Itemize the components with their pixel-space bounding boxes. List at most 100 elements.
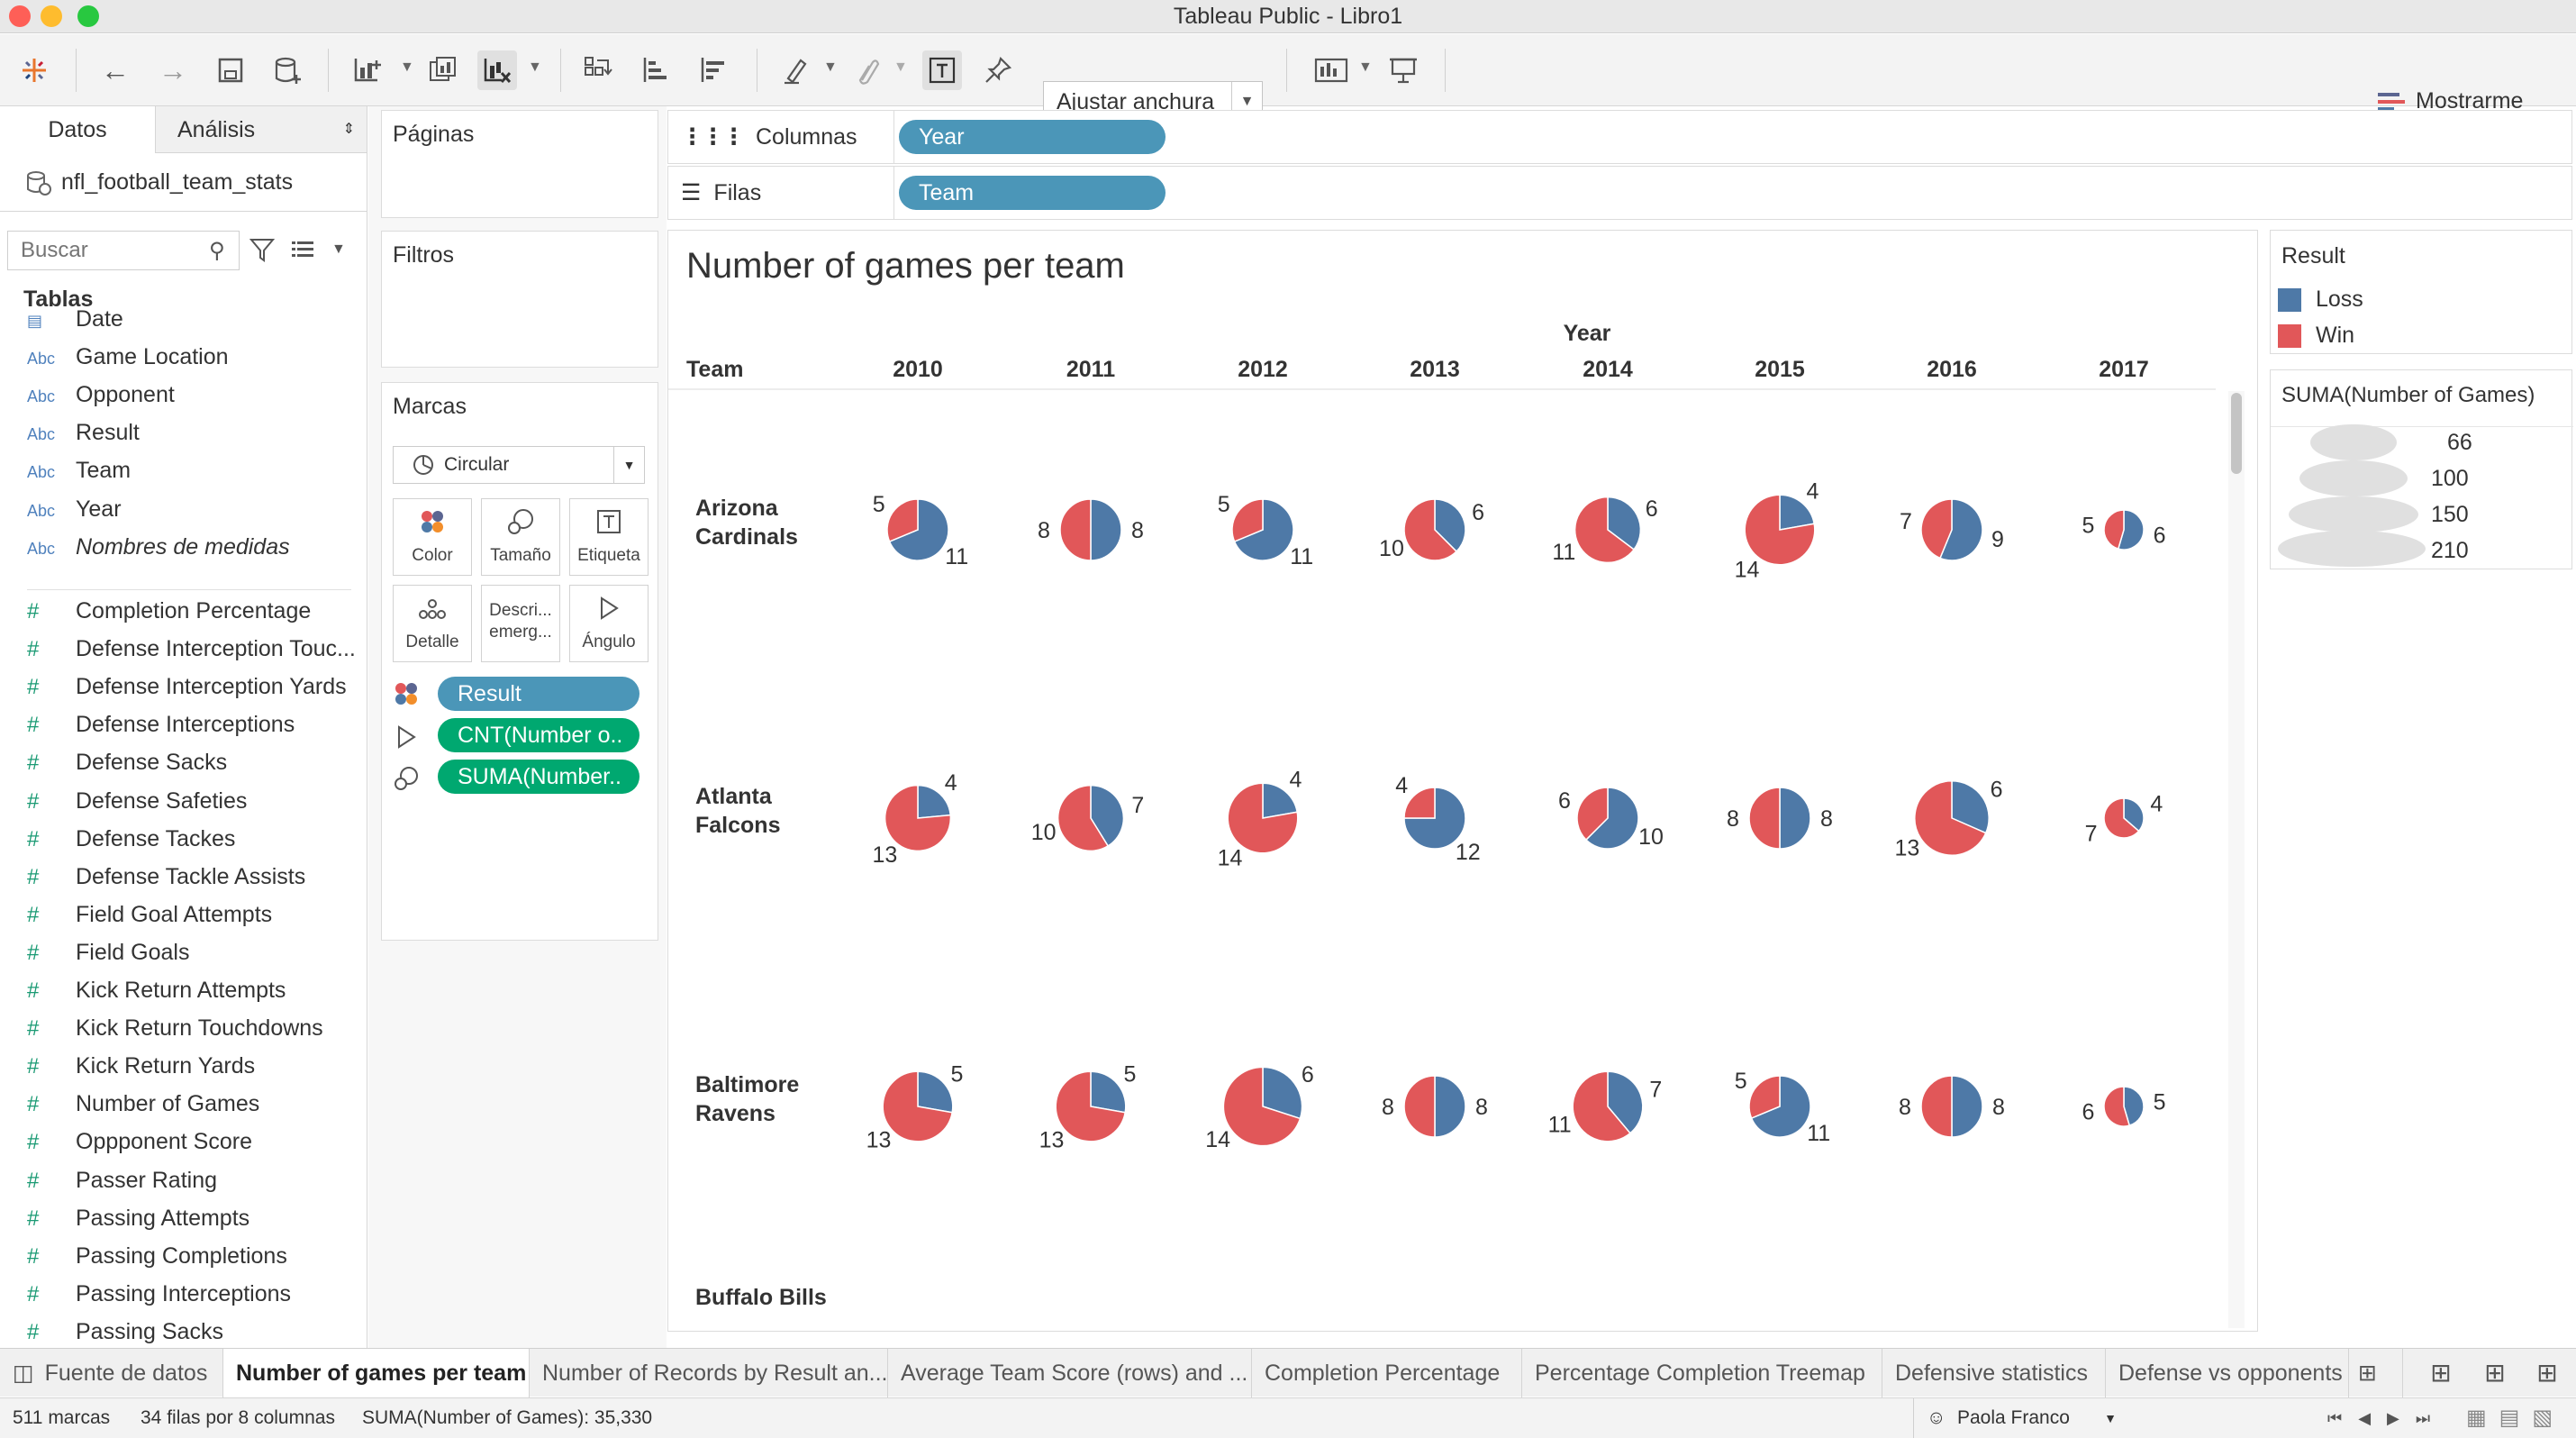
- new-story-tab-icon[interactable]: ⊞: [2527, 1352, 2567, 1392]
- field-defense-tackle-assists[interactable]: # Defense Tackle Assists: [27, 859, 305, 895]
- tab-percentage-completion-treemap[interactable]: Percentage Completion Treemap: [1522, 1349, 1882, 1397]
- filter-icon[interactable]: [249, 236, 276, 268]
- pages-card[interactable]: Páginas: [381, 110, 658, 218]
- legend-item-loss[interactable]: Loss: [2278, 287, 2363, 313]
- tab-overflow[interactable]: ⊞: [2349, 1349, 2403, 1397]
- field-kick-return-attempts[interactable]: # Kick Return Attempts: [27, 972, 286, 1008]
- field-kick-return-yards[interactable]: # Kick Return Yards: [27, 1048, 255, 1084]
- tab-data-source[interactable]: ◫ Fuente de datos: [0, 1349, 223, 1397]
- sheet-view-icons[interactable]: ▦▤▧: [2466, 1398, 2565, 1438]
- tab-completion-percentage[interactable]: Completion Percentage: [1252, 1349, 1522, 1397]
- tab-analysis[interactable]: Análisis ⇕: [155, 106, 367, 153]
- field-defense-interceptions[interactable]: # Defense Interceptions: [27, 706, 295, 742]
- field-passing-completions[interactable]: # Passing Completions: [27, 1238, 287, 1274]
- pie-slice-win[interactable]: [1748, 787, 1781, 850]
- color-legend[interactable]: Result Loss Win: [2270, 230, 2572, 354]
- tab-defensive-statistics[interactable]: Defensive statistics: [1882, 1349, 2106, 1397]
- pie-chart-grid[interactable]: Number of games per team Year Team 2010 2011…: [668, 231, 2258, 1332]
- show-mark-labels-icon[interactable]: [922, 50, 962, 90]
- tableau-logo-icon[interactable]: [14, 50, 54, 90]
- field-passing-interceptions[interactable]: # Passing Interceptions: [27, 1276, 291, 1312]
- chevron-down-icon[interactable]: ▼: [893, 59, 908, 76]
- size-button[interactable]: Tamaño: [481, 498, 560, 576]
- sort-ascending-icon[interactable]: [636, 50, 676, 90]
- field-oppponent-score[interactable]: # Oppponent Score: [27, 1124, 252, 1160]
- field-defense-tackes[interactable]: # Defense Tackes: [27, 821, 235, 857]
- color-button[interactable]: Color: [393, 498, 472, 576]
- field-passing-sacks[interactable]: # Passing Sacks: [27, 1314, 223, 1348]
- new-worksheet-tab-icon[interactable]: ⊞: [2421, 1352, 2461, 1392]
- pie-slice-loss[interactable]: [1090, 498, 1122, 561]
- pie-slice-win[interactable]: [1403, 1075, 1436, 1138]
- year-pill[interactable]: Year: [899, 120, 1166, 154]
- columns-shelf[interactable]: ⋮⋮⋮ Columnas Year: [667, 110, 2572, 164]
- field-number-of-games[interactable]: # Number of Games: [27, 1086, 259, 1122]
- mark-type-dropdown[interactable]: Circular ▼: [393, 446, 645, 484]
- field-year[interactable]: Abc Year: [27, 491, 122, 527]
- chevron-down-icon[interactable]: ▼: [400, 59, 414, 76]
- field-date[interactable]: ▤ Date: [27, 301, 123, 337]
- tab-defense-vs-opponents[interactable]: Defense vs opponents: [2106, 1349, 2349, 1397]
- field-defense-safeties[interactable]: # Defense Safeties: [27, 783, 247, 819]
- count-pill[interactable]: CNT(Number o..: [438, 718, 639, 752]
- field-kick-return-touchdowns[interactable]: # Kick Return Touchdowns: [27, 1010, 323, 1046]
- pie-slice-win[interactable]: [1920, 1075, 1953, 1138]
- label-button[interactable]: Etiqueta: [569, 498, 649, 576]
- highlight-icon[interactable]: [776, 50, 816, 90]
- pie-slice-loss[interactable]: [1779, 787, 1811, 850]
- field-completion-percentage[interactable]: # Completion Percentage: [27, 593, 311, 629]
- save-icon[interactable]: [211, 50, 250, 90]
- sort-descending-icon[interactable]: [694, 50, 733, 90]
- swap-rows-columns-icon[interactable]: [578, 50, 618, 90]
- field-game-location[interactable]: Abc Game Location: [27, 339, 229, 375]
- field-defense-interception-yards[interactable]: # Defense Interception Yards: [27, 669, 347, 705]
- duplicate-sheet-icon[interactable]: [423, 50, 463, 90]
- new-worksheet-icon[interactable]: [348, 50, 387, 90]
- pie-slice-win[interactable]: [1059, 498, 1092, 561]
- tab-data[interactable]: Datos: [0, 106, 155, 153]
- field-field-goals[interactable]: # Field Goals: [27, 934, 189, 970]
- field-passing-attempts[interactable]: # Passing Attempts: [27, 1200, 249, 1236]
- team-pill[interactable]: Team: [899, 176, 1166, 210]
- filters-card[interactable]: Filtros: [381, 231, 658, 368]
- user-menu[interactable]: ☺ Paola Franco ▼: [1913, 1398, 2126, 1438]
- field-field-goal-attempts[interactable]: # Field Goal Attempts: [27, 896, 272, 933]
- pie-slice-loss[interactable]: [1434, 1075, 1466, 1138]
- redo-icon[interactable]: →: [153, 50, 193, 90]
- clear-sheet-icon[interactable]: [477, 50, 517, 90]
- viz-area[interactable]: Number of games per team Year Team 2010 2011…: [667, 230, 2258, 1332]
- zoom-window-button[interactable]: [77, 5, 99, 27]
- tab-average-team-score[interactable]: Average Team Score (rows) and ...: [888, 1349, 1252, 1397]
- vertical-scrollbar[interactable]: [2228, 391, 2245, 1328]
- chevron-down-icon[interactable]: ▼: [1358, 59, 1373, 76]
- detail-button[interactable]: Detalle: [393, 585, 472, 662]
- sheet-navigation[interactable]: ⏮◀▶⏭: [2327, 1398, 2446, 1438]
- field-opponent[interactable]: Abc Opponent: [27, 377, 175, 413]
- new-dashboard-tab-icon[interactable]: ⊞: [2475, 1352, 2515, 1392]
- tooltip-button[interactable]: Descri... emerg...: [481, 585, 560, 662]
- field-defense-interception-touc-[interactable]: # Defense Interception Touc...: [27, 631, 356, 667]
- field-result[interactable]: Abc Result: [27, 414, 140, 451]
- tab-number-of-records[interactable]: Number of Records by Result an...: [530, 1349, 888, 1397]
- field-passer-rating[interactable]: # Passer Rating: [27, 1162, 217, 1198]
- field-nombres-de-medidas[interactable]: Abc Nombres de medidas: [27, 529, 290, 565]
- size-legend[interactable]: SUMA(Number of Games) 66 100 150 210: [2270, 369, 2573, 569]
- sum-pill[interactable]: SUMA(Number..: [438, 760, 639, 794]
- presentation-mode-icon[interactable]: [1383, 50, 1423, 90]
- pie-slice-loss[interactable]: [1090, 1070, 1127, 1114]
- pie-slice-loss[interactable]: [917, 1070, 954, 1114]
- legend-item-win[interactable]: Win: [2278, 323, 2354, 349]
- pie-slice-loss[interactable]: [1951, 1075, 1983, 1138]
- chevron-down-icon[interactable]: ▼: [823, 59, 838, 76]
- field-team[interactable]: Abc Team: [27, 452, 131, 488]
- minimize-window-button[interactable]: [41, 5, 62, 27]
- undo-icon[interactable]: ←: [95, 50, 135, 90]
- scrollbar-thumb[interactable]: [2231, 393, 2242, 474]
- field-defense-sacks[interactable]: # Defense Sacks: [27, 744, 227, 780]
- pie-slice-win[interactable]: [1403, 787, 1436, 819]
- rows-shelf[interactable]: ☰ Filas Team: [667, 166, 2572, 220]
- tab-number-of-games-per-team[interactable]: Number of games per team: [223, 1349, 530, 1397]
- datasource-item[interactable]: nfl_football_team_stats: [25, 169, 293, 196]
- new-datasource-icon[interactable]: [268, 50, 308, 90]
- view-options-icon[interactable]: [290, 236, 317, 268]
